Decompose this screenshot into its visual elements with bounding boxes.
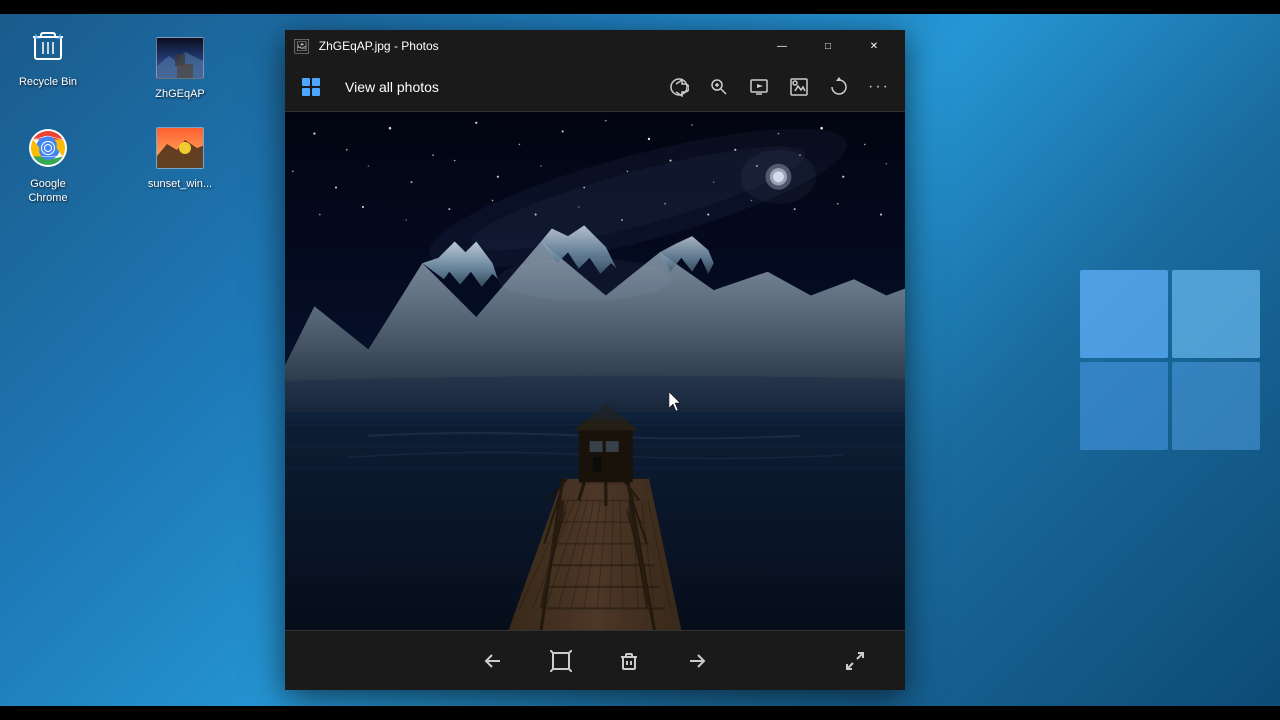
chrome-label: Google Chrome [12, 176, 84, 207]
share-button[interactable] [661, 69, 697, 105]
fullscreen-button[interactable] [837, 643, 873, 679]
view-all-photos-button[interactable]: View all photos [337, 75, 447, 99]
bottom-bar [0, 706, 1280, 720]
photos-app-logo-btn [293, 69, 329, 105]
windows-logo [1080, 270, 1260, 450]
sunset-label: sunset_win... [145, 176, 215, 192]
toolbar-left: View all photos [293, 69, 661, 105]
enhance-button[interactable] [781, 69, 817, 105]
toolbar-right: ··· [661, 69, 897, 105]
zhgeqap-icon [156, 34, 204, 82]
recycle-bin-label: Recycle Bin [16, 74, 80, 90]
delete-button[interactable] [611, 643, 647, 679]
desktop-icon-chrome[interactable]: Google Chrome [8, 120, 88, 211]
win-pane-top-right [1172, 270, 1260, 358]
forward-button[interactable] [679, 643, 715, 679]
zoom-button[interactable] [701, 69, 737, 105]
desktop: Recycle Bin ZhGEqAP [0, 0, 1280, 720]
recycle-bin-icon [24, 22, 72, 70]
desktop-icon-recycle-bin[interactable]: Recycle Bin [8, 18, 88, 94]
bottom-toolbar [285, 630, 905, 690]
maximize-button[interactable]: □ [805, 30, 851, 62]
zhgeqap-label: ZhGEqAP [152, 86, 208, 102]
sunset-icon [156, 124, 204, 172]
window-titlebar: 🖼 ZhGEqAP.jpg - Photos — □ ✕ [285, 30, 905, 62]
back-button[interactable] [475, 643, 511, 679]
view-all-photos-label: View all photos [345, 79, 439, 95]
photos-window: 🖼 ZhGEqAP.jpg - Photos — □ ✕ [285, 30, 905, 690]
win-pane-top-left [1080, 270, 1168, 358]
win-pane-bottom-right [1172, 362, 1260, 450]
win-pane-bottom-left [1080, 362, 1168, 450]
top-bar [0, 0, 1280, 14]
chrome-icon [24, 124, 72, 172]
edit-button[interactable] [543, 643, 579, 679]
more-options-button[interactable]: ··· [861, 69, 897, 105]
window-controls: — □ ✕ [759, 30, 897, 62]
photo-area [285, 112, 905, 630]
desktop-icon-zhgeqap[interactable]: ZhGEqAP [140, 30, 220, 106]
slideshow-button[interactable] [741, 69, 777, 105]
photos-app-icon: 🖼 [293, 38, 311, 55]
minimize-button[interactable]: — [759, 30, 805, 62]
close-button[interactable]: ✕ [851, 30, 897, 62]
window-title: ZhGEqAP.jpg - Photos [319, 39, 759, 53]
toolbar: View all photos [285, 62, 905, 112]
desktop-icon-sunset[interactable]: sunset_win... [140, 120, 220, 196]
rotate-button[interactable] [821, 69, 857, 105]
